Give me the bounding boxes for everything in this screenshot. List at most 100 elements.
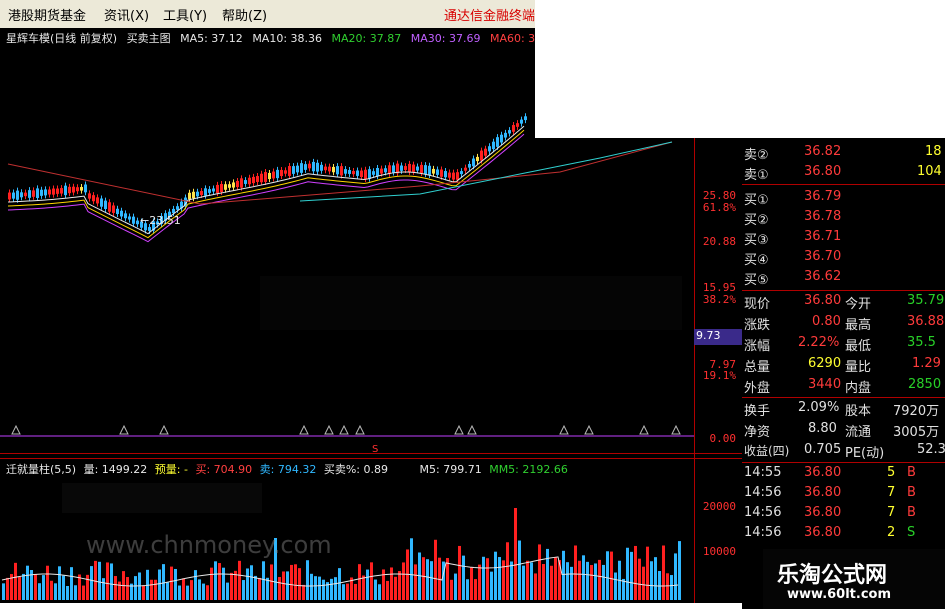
candle-body — [224, 184, 227, 190]
candle-body — [120, 210, 123, 217]
volume-bar — [466, 579, 469, 600]
candle-body — [264, 172, 267, 182]
quote-label-high: 最高 — [845, 318, 872, 333]
menu-help[interactable]: 帮助(Z) — [222, 5, 267, 24]
candle-body — [508, 130, 511, 134]
candle-body — [496, 137, 499, 147]
buy-5-price: 36.62 — [804, 269, 842, 284]
mm5-readout: MM5: 2192.66 — [489, 463, 568, 476]
candle-body — [232, 182, 235, 188]
candle-body — [448, 172, 451, 178]
candle-body — [84, 184, 87, 193]
volume-bar — [170, 566, 173, 600]
sell-1-row[interactable]: 卖① 36.80 104 — [742, 164, 945, 184]
candle-body — [384, 168, 387, 173]
tick-row: 14:56 36.80 7 B — [742, 485, 945, 505]
volume-bar — [286, 571, 289, 600]
buy-5-label: 买⑤ — [744, 273, 769, 288]
candle-body — [268, 172, 271, 180]
fund-label-pe: PE(动) — [845, 446, 885, 461]
volume-bar — [546, 548, 549, 600]
signal-triangle — [454, 424, 464, 435]
brand-overlay: 乐淘公式网 www.60lt.com — [763, 549, 945, 609]
candle-body — [280, 169, 283, 177]
volume-bar — [358, 564, 361, 600]
volume-bar — [482, 556, 485, 600]
candle-body — [388, 165, 391, 174]
fund-label-netasset: 净资 — [744, 425, 771, 440]
tick-side: S — [907, 525, 916, 540]
pct-tick-3: 19.1% — [702, 369, 736, 382]
signal-triangle — [324, 424, 334, 435]
sell-1-label: 卖① — [744, 168, 769, 183]
tick-time: 14:56 — [744, 485, 782, 500]
tick-row: 14:56 36.80 2 S — [742, 525, 945, 545]
volume-info-bar: 迁就量柱(5,5) 量: 1499.22 预量: - 买: 704.90 卖: … — [6, 461, 568, 477]
candle-body — [332, 166, 335, 173]
ticks-divider — [742, 462, 945, 463]
candle-body — [56, 188, 59, 194]
volume-bar — [322, 579, 325, 600]
menu-info[interactable]: 资讯(X) — [104, 5, 149, 24]
volume-bar — [402, 562, 405, 600]
candle-body — [464, 167, 467, 171]
volume-bar — [18, 576, 21, 600]
quote-value-high: 36.88 — [907, 314, 945, 329]
volume-bar — [630, 551, 633, 600]
volume-bar — [118, 581, 121, 600]
menu-hk-futures[interactable]: 港股期货基金 — [8, 5, 86, 24]
volume-bar — [626, 547, 629, 600]
volume-panel-divider — [0, 458, 742, 459]
sell-2-row[interactable]: 卖② 36.82 18 — [742, 144, 945, 164]
buy-2-price: 36.78 — [804, 209, 842, 224]
candle-body — [460, 171, 463, 175]
volume-bar — [206, 585, 209, 600]
volume-bar — [166, 582, 169, 600]
signal-triangle — [671, 424, 681, 435]
quote-label-pct: 涨幅 — [744, 339, 771, 354]
menu-tools[interactable]: 工具(Y) — [163, 5, 207, 24]
signal-s-marker: S — [372, 444, 379, 455]
candle-body — [148, 227, 151, 231]
candle-body — [36, 188, 39, 198]
candle-body — [128, 216, 131, 220]
volume-bar — [554, 557, 557, 600]
candle-body — [204, 188, 207, 196]
volume-bar — [298, 568, 301, 600]
volume-bar — [218, 563, 221, 600]
volume-bar — [654, 557, 657, 600]
volume-bar — [510, 561, 513, 600]
candle-body — [20, 192, 23, 198]
candle-body — [40, 189, 43, 196]
candle-body — [24, 192, 27, 197]
chart-mode[interactable]: 买卖主图 — [127, 32, 171, 45]
volume-bar — [374, 579, 377, 600]
volume-bar — [330, 578, 333, 600]
volume-bar — [186, 585, 189, 600]
quote-row-price: 现价 36.80 今开 35.79 — [742, 293, 945, 313]
candle-body — [136, 220, 139, 225]
quote-value-low: 35.5 — [907, 335, 936, 350]
candle-body — [272, 171, 275, 179]
volume-bar — [282, 571, 285, 600]
volume-bar — [14, 562, 17, 600]
volume-bar — [534, 573, 537, 600]
candle-body — [500, 134, 503, 143]
signal-triangle — [339, 424, 349, 435]
quote-value-change: 0.80 — [812, 314, 841, 329]
volume-bar — [310, 573, 313, 600]
candle-body — [188, 192, 191, 200]
tick-qty: 7 — [887, 505, 896, 520]
candle-body — [216, 184, 219, 194]
candle-body — [196, 191, 199, 197]
volume-bar — [342, 584, 345, 600]
candle-body — [192, 191, 195, 199]
candle-body — [252, 176, 255, 184]
price-tick-5: 0.00 — [709, 432, 737, 445]
quote-row-pct: 涨幅 2.22% 最低 35.5 — [742, 335, 945, 355]
candle-body — [104, 200, 107, 209]
tick-row: 14:56 36.80 7 B — [742, 505, 945, 525]
candle-body — [288, 166, 291, 176]
fund-value-float: 3005万 — [893, 425, 940, 440]
candle-body — [124, 213, 127, 219]
